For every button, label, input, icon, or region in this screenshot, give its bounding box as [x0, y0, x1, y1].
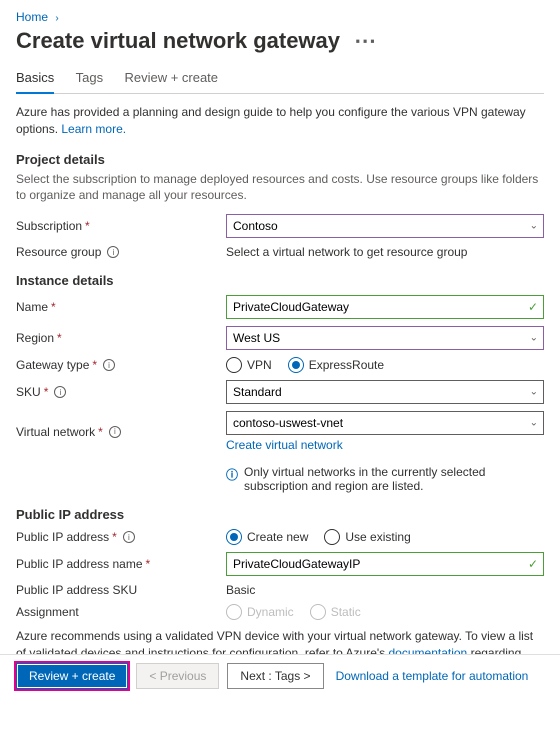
pip-sku-value: Basic — [226, 583, 544, 597]
tabs: Basics Tags Review + create — [16, 64, 544, 94]
sku-select[interactable] — [226, 380, 544, 404]
region-label: Region — [16, 331, 54, 345]
info-icon: ⓘ — [226, 466, 238, 493]
tab-basics[interactable]: Basics — [16, 64, 54, 94]
name-label: Name — [16, 300, 48, 314]
required-indicator: * — [85, 219, 90, 233]
breadcrumb[interactable]: Home › — [16, 10, 544, 24]
section-project-desc: Select the subscription to manage deploy… — [16, 171, 544, 205]
section-instance-title: Instance details — [16, 273, 544, 288]
previous-button: < Previous — [136, 663, 219, 689]
tab-tags[interactable]: Tags — [76, 64, 103, 92]
info-icon[interactable]: i — [54, 386, 66, 398]
assignment-label: Assignment — [16, 605, 79, 619]
section-project-title: Project details — [16, 152, 544, 167]
subscription-select[interactable] — [226, 214, 544, 238]
pip-use-existing-radio[interactable]: Use existing — [324, 529, 410, 545]
pip-create-new-radio[interactable]: Create new — [226, 529, 308, 545]
assignment-static-radio: Static — [310, 604, 361, 620]
gateway-type-expressroute-radio[interactable]: ExpressRoute — [288, 357, 384, 373]
chevron-right-icon: › — [55, 13, 58, 24]
gateway-type-label: Gateway type — [16, 358, 89, 372]
vnet-info-text: Only virtual networks in the currently s… — [244, 465, 544, 493]
resource-group-label: Resource group — [16, 245, 101, 259]
create-vnet-link[interactable]: Create virtual network — [226, 438, 544, 452]
learn-more-link[interactable]: Learn more. — [61, 122, 126, 136]
info-icon[interactable]: i — [103, 359, 115, 371]
pip-label: Public IP address — [16, 530, 109, 544]
info-icon[interactable]: i — [109, 426, 121, 438]
name-input[interactable] — [226, 295, 544, 319]
intro-text: Azure has provided a planning and design… — [16, 104, 544, 138]
breadcrumb-home[interactable]: Home — [16, 10, 48, 24]
vnet-select[interactable] — [226, 411, 544, 435]
review-create-button[interactable]: Review + create — [16, 663, 128, 689]
assignment-dynamic-radio: Dynamic — [226, 604, 294, 620]
resource-group-value: Select a virtual network to get resource… — [226, 245, 544, 259]
vnet-label: Virtual network — [16, 425, 95, 439]
gateway-type-vpn-radio[interactable]: VPN — [226, 357, 272, 373]
pip-name-label: Public IP address name — [16, 557, 143, 571]
pip-name-input[interactable] — [226, 552, 544, 576]
footer: Review + create < Previous Next : Tags >… — [0, 654, 560, 697]
region-select[interactable] — [226, 326, 544, 350]
pip-sku-label: Public IP address SKU — [16, 583, 137, 597]
section-publicip-title: Public IP address — [16, 507, 544, 522]
info-icon[interactable]: i — [107, 246, 119, 258]
info-icon[interactable]: i — [123, 531, 135, 543]
tab-review-create[interactable]: Review + create — [124, 64, 218, 92]
download-template-link[interactable]: Download a template for automation — [336, 669, 529, 683]
page-title: Create virtual network gateway ⋯ — [16, 28, 544, 54]
next-button[interactable]: Next : Tags > — [227, 663, 323, 689]
sku-label: SKU — [16, 385, 41, 399]
more-icon[interactable]: ⋯ — [354, 28, 376, 54]
subscription-label: Subscription — [16, 219, 82, 233]
